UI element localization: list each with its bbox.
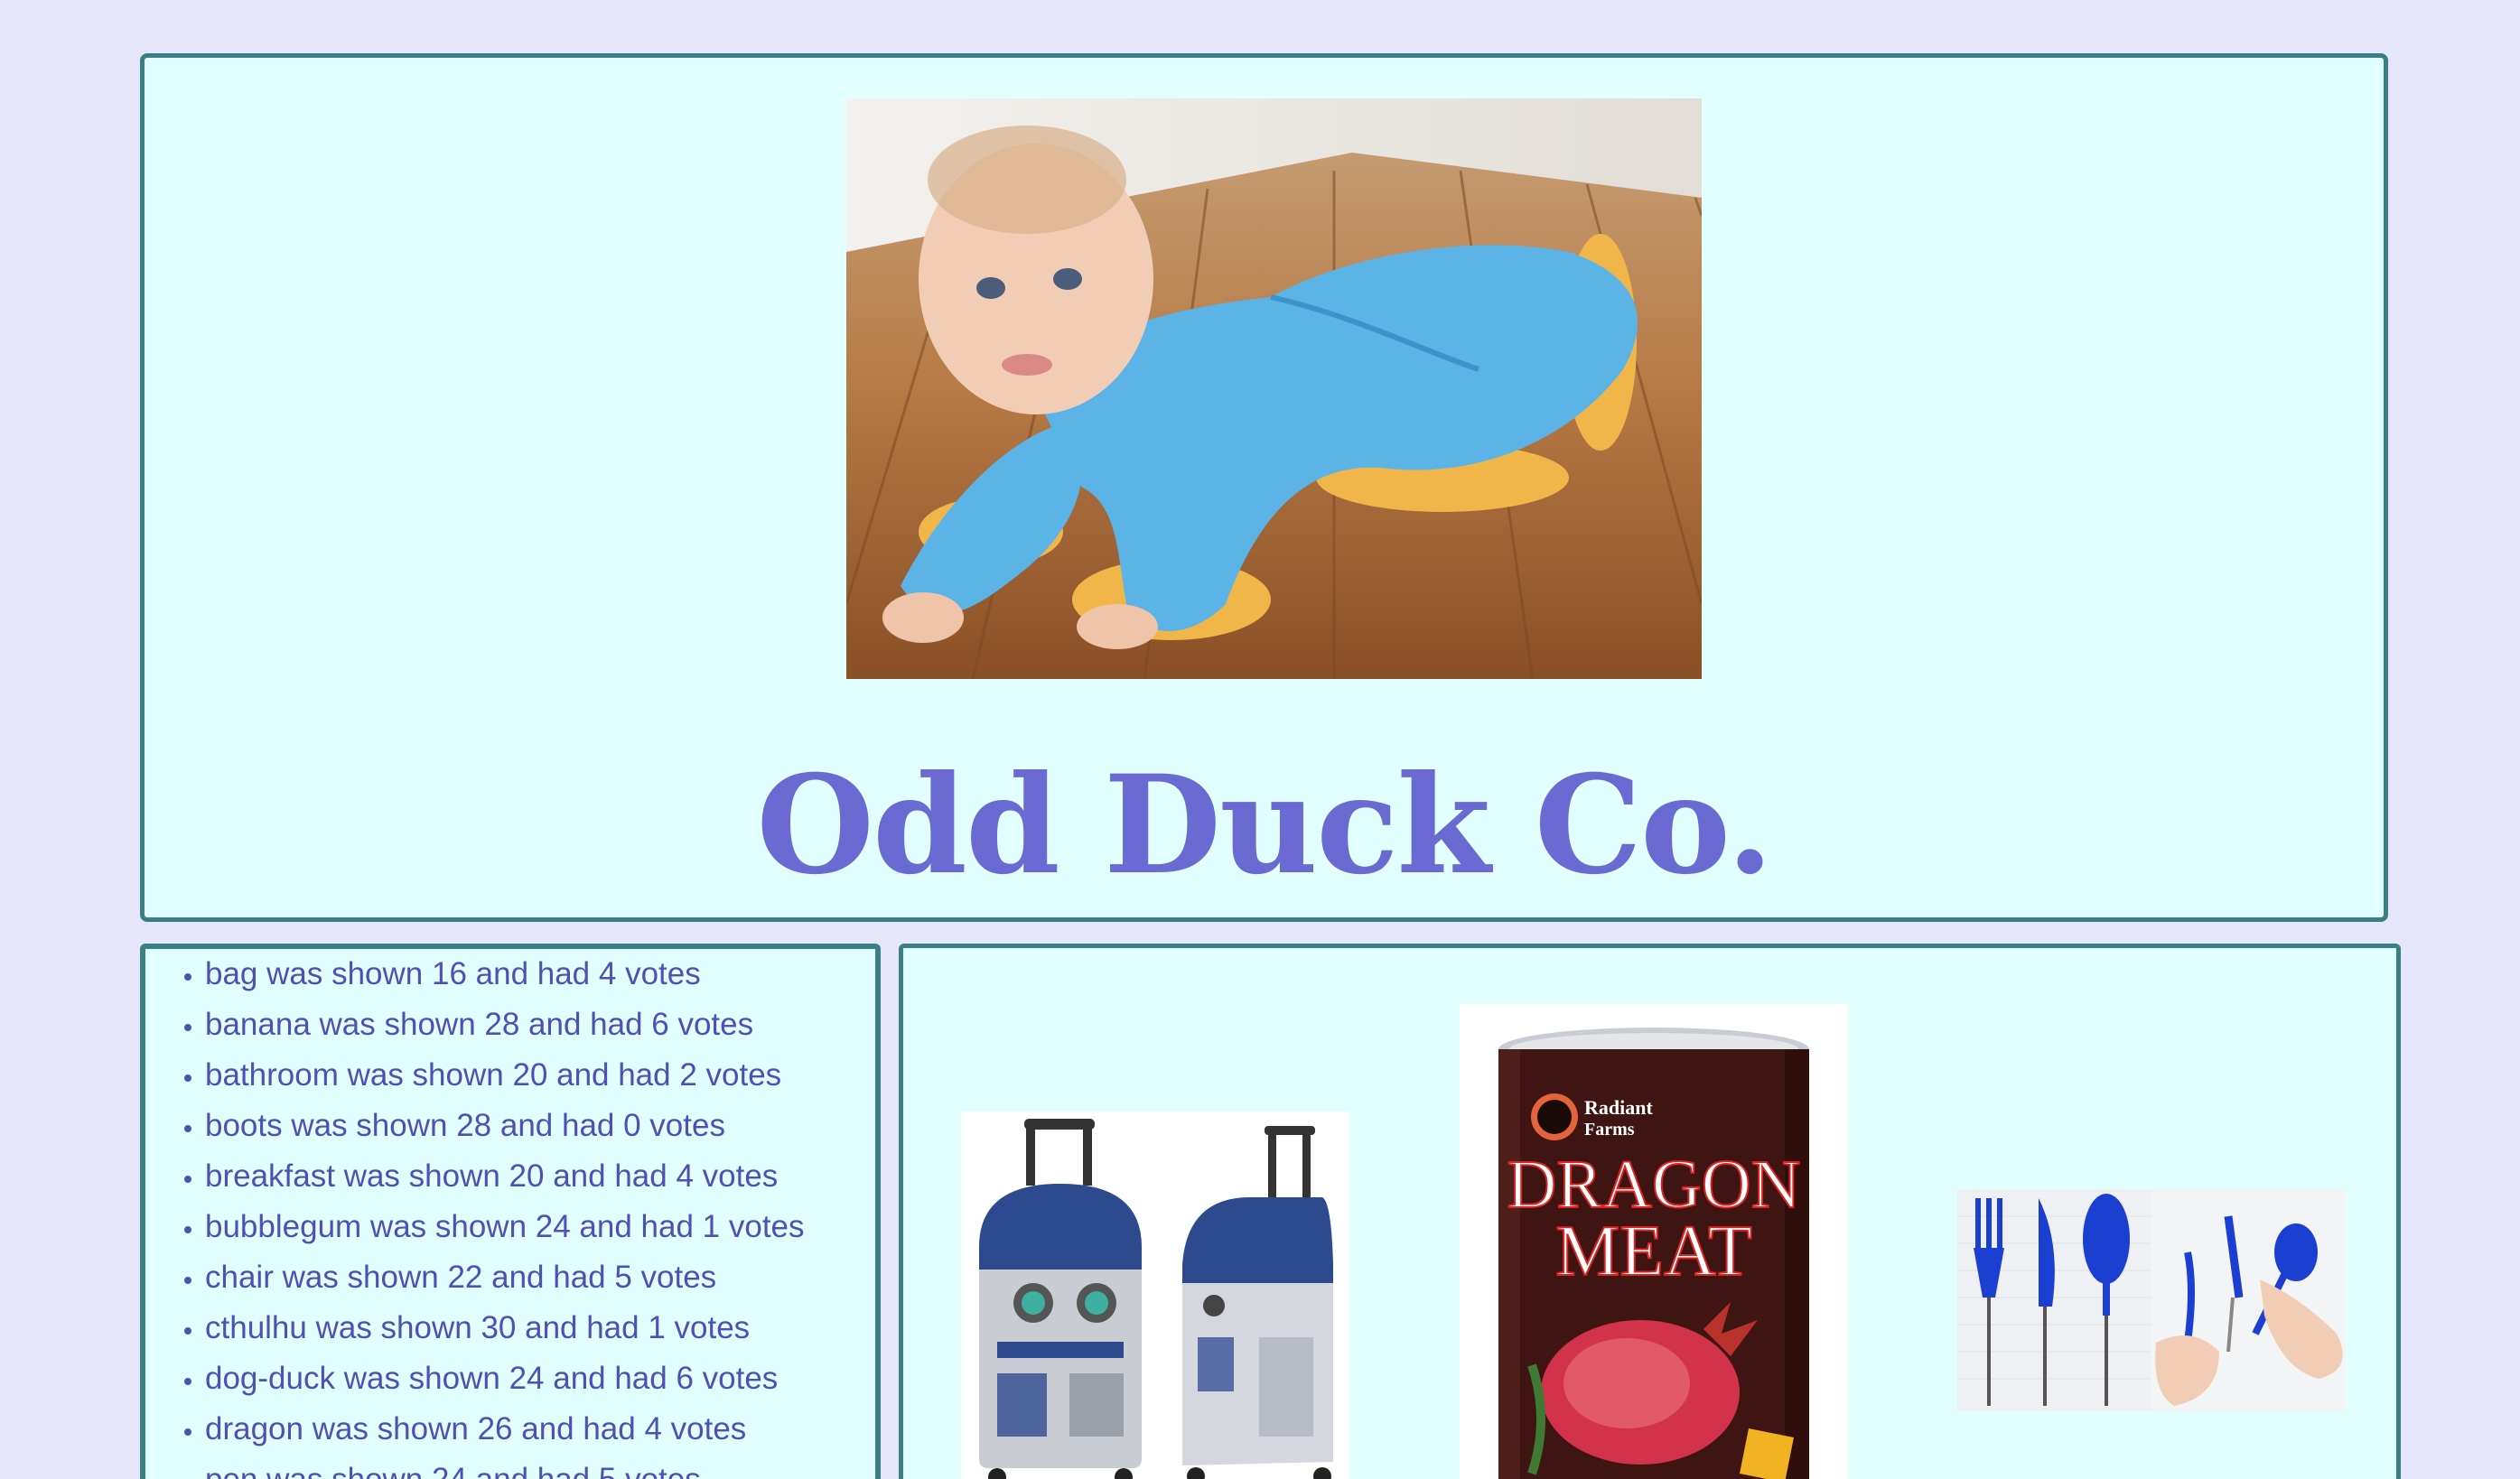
site-title: Odd Duck Co. (756, 746, 1773, 905)
result-item: bubblegum was shown 24 and had 1 votes (205, 1202, 875, 1252)
dragon-meat-can-photo-icon: Radiant Farms DRAGON MEAT (1460, 1004, 1848, 1479)
dragon-brand-line1: Radiant (1584, 1096, 1653, 1119)
baby-mop-onesie-photo-icon (846, 98, 1702, 679)
result-item: banana was shown 28 and had 6 votes (205, 1000, 875, 1050)
pen-utensils-photo-icon (1957, 1189, 2346, 1411)
result-item: bag was shown 16 and had 4 votes (205, 949, 875, 1000)
results-panel: bag was shown 16 and had 4 votes banana … (140, 944, 881, 1479)
results-list: bag was shown 16 and had 4 votes banana … (145, 949, 875, 1479)
product-image-bag[interactable] (961, 1112, 1349, 1479)
site-header: Odd Duck Co. (140, 53, 2388, 922)
product-image-dragon[interactable]: Radiant Farms DRAGON MEAT (1460, 1004, 1848, 1479)
hero-image (846, 98, 1702, 679)
result-item: dog-duck was shown 24 and had 6 votes (205, 1353, 875, 1404)
result-item: pen was shown 24 and had 5 votes (205, 1455, 875, 1479)
result-item: breakfast was shown 20 and had 4 votes (205, 1151, 875, 1202)
dragon-word2: MEAT (1555, 1212, 1752, 1291)
dragon-brand-line2: Farms (1584, 1120, 1635, 1139)
result-item: chair was shown 22 and had 5 votes (205, 1252, 875, 1303)
result-item: cthulhu was shown 30 and had 1 votes (205, 1303, 875, 1353)
product-image-pen[interactable] (1957, 1189, 2346, 1411)
result-item: bathroom was shown 20 and had 2 votes (205, 1050, 875, 1101)
product-voting-panel: Radiant Farms DRAGON MEAT (899, 944, 2401, 1479)
r2d2-suitcase-photo-icon (961, 1112, 1349, 1479)
result-item: boots was shown 28 and had 0 votes (205, 1101, 875, 1151)
page: Odd Duck Co. bag was shown 16 and had 4 … (0, 0, 2520, 1479)
result-item: dragon was shown 26 and had 4 votes (205, 1404, 875, 1455)
